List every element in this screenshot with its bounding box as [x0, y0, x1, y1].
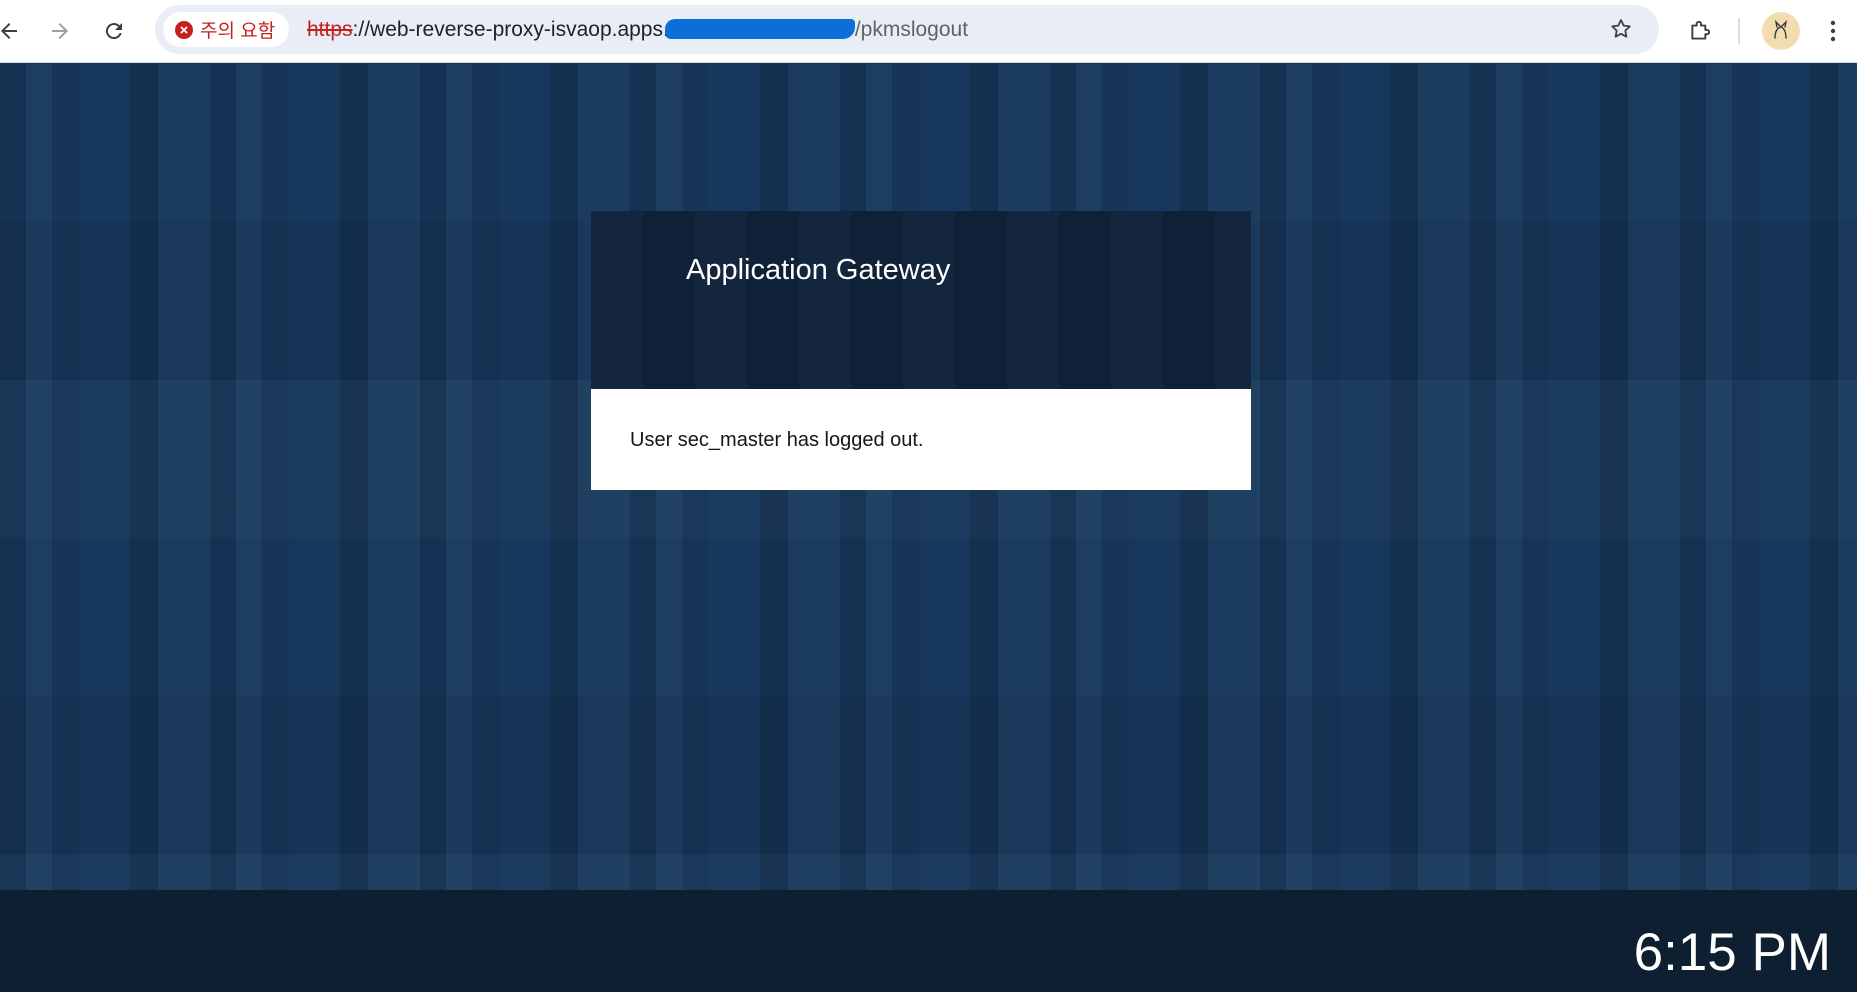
security-warning-label: 주의 요함 — [200, 21, 276, 42]
reload-button[interactable] — [95, 12, 133, 50]
url-text[interactable]: https://web-reverse-proxy-isvaop.apps. /p… — [307, 18, 968, 42]
browser-menu-button[interactable] — [1818, 12, 1848, 50]
url-scheme: https — [307, 18, 353, 41]
forward-button[interactable] — [41, 12, 79, 50]
more-vert-icon — [1830, 20, 1836, 42]
bookmark-button[interactable] — [1603, 11, 1639, 47]
toolbar-divider — [1738, 18, 1740, 44]
page-title: Application Gateway — [686, 254, 951, 286]
url-host: ://web-reverse-proxy-isvaop.apps. — [352, 18, 669, 41]
arrow-left-icon — [1, 23, 17, 39]
card-header: Application Gateway — [591, 211, 1251, 389]
profile-avatar[interactable] — [1762, 12, 1800, 50]
arrow-right-icon — [52, 23, 68, 39]
browser-toolbar: 주의 요함 https://web-reverse-proxy-isvaop.a… — [0, 0, 1857, 63]
page-viewport: Application Gateway User sec_master has … — [0, 64, 1857, 890]
profile-icon — [1774, 19, 1788, 39]
taskbar-clock: 6:15 PM — [1633, 923, 1831, 982]
logout-message: User sec_master has logged out. — [630, 429, 924, 451]
back-button[interactable] — [0, 12, 28, 50]
star-icon — [1611, 19, 1631, 38]
logout-card: Application Gateway User sec_master has … — [591, 211, 1251, 490]
extensions-button[interactable] — [1682, 12, 1720, 50]
redaction-mark — [664, 19, 855, 39]
card-body: User sec_master has logged out. — [591, 389, 1251, 490]
url-path: /pkmslogout — [854, 18, 969, 41]
reload-icon — [105, 23, 122, 40]
address-bar[interactable]: 주의 요함 https://web-reverse-proxy-isvaop.a… — [155, 5, 1659, 54]
puzzle-icon — [1691, 20, 1711, 40]
taskbar: 6:15 PM — [0, 890, 1857, 992]
security-warning-chip[interactable]: 주의 요함 — [163, 12, 290, 47]
error-icon — [175, 20, 193, 39]
